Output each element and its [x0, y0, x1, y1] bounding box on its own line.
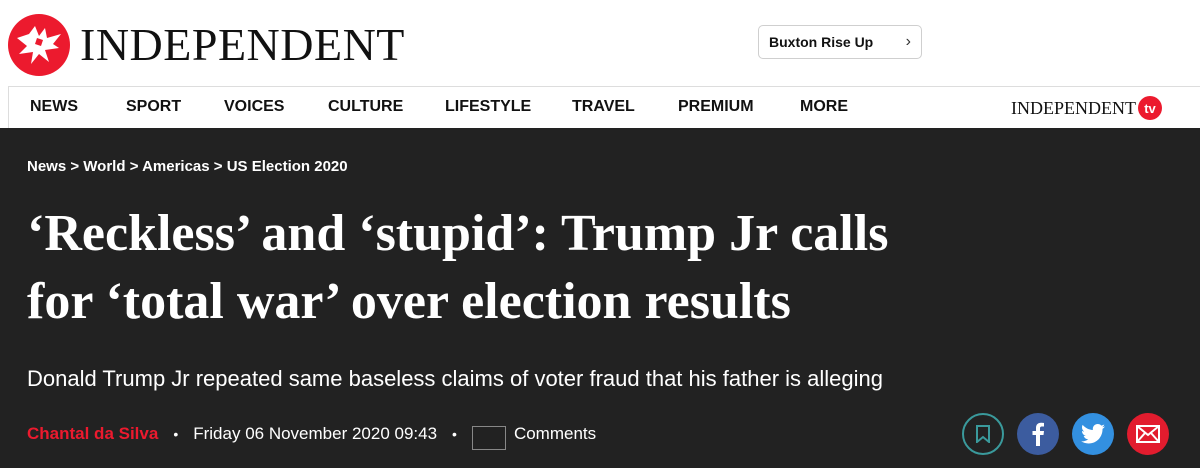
comment-icon[interactable] [471, 426, 506, 450]
byline-bullet: • [452, 426, 457, 442]
twitter-icon [1081, 424, 1105, 444]
eagle-logo-icon [8, 14, 70, 76]
facebook-icon [1032, 422, 1044, 446]
site-wordmark: INDEPENDENT [80, 19, 405, 70]
bookmark-icon [976, 425, 990, 443]
breadcrumb: News > World > Americas > US Election 20… [27, 158, 348, 175]
twitter-share-button[interactable] [1072, 413, 1114, 455]
author-link[interactable]: Chantal da Silva [27, 424, 158, 444]
chevron-right-icon: › [905, 33, 911, 50]
facebook-share-button[interactable] [1017, 413, 1059, 455]
breadcrumb-americas[interactable]: Americas [142, 158, 210, 175]
byline: Chantal da Silva • Friday 06 November 20… [27, 422, 596, 450]
nav-item-lifestyle[interactable]: LIFESTYLE [445, 98, 531, 116]
nav-item-voices[interactable]: VOICES [224, 98, 284, 116]
email-icon [1136, 425, 1160, 443]
nav-item-premium[interactable]: PREMIUM [678, 98, 754, 116]
breadcrumb-separator: > [213, 158, 227, 175]
nav-item-news[interactable]: NEWS [30, 98, 78, 116]
article-headline: ‘Reckless’ and ‘stupid’: Trump Jr calls … [27, 200, 1177, 336]
breadcrumb-us-election-2020[interactable]: US Election 2020 [227, 158, 348, 175]
site-logo[interactable]: INDEPENDENT [8, 14, 405, 76]
breadcrumb-separator: > [129, 158, 143, 175]
bookmark-button[interactable] [962, 413, 1004, 455]
tv-badge-icon: tv [1137, 96, 1162, 120]
independent-tv-link[interactable]: INDEPENDENT tv [1011, 96, 1162, 120]
tv-wordmark: INDEPENDENT [1011, 97, 1136, 118]
article-header: News > World > Americas > US Election 20… [0, 128, 1200, 468]
masthead: INDEPENDENT Buxton Rise Up › [0, 0, 1200, 86]
breadcrumb-separator: > [70, 158, 84, 175]
breadcrumb-news[interactable]: News [27, 158, 66, 175]
email-share-button[interactable] [1127, 413, 1169, 455]
nav-item-more[interactable]: MORE [800, 98, 848, 116]
headline-line-1: ‘Reckless’ and ‘stupid’: Trump Jr calls [27, 205, 889, 262]
headline-line-2: for ‘total war’ over election results [27, 273, 791, 330]
article-standfirst: Donald Trump Jr repeated same baseless c… [27, 366, 883, 391]
nav-item-travel[interactable]: TRAVEL [572, 98, 635, 116]
main-nav: NEWS SPORT VOICES CULTURE LIFESTYLE TRAV… [8, 86, 1200, 128]
nav-item-culture[interactable]: CULTURE [328, 98, 403, 116]
breadcrumb-world[interactable]: World [83, 158, 125, 175]
byline-bullet: • [173, 426, 179, 442]
publish-date: Friday 06 November 2020 09:43 [193, 424, 438, 443]
promo-label: Buxton Rise Up [769, 34, 874, 50]
nav-item-sport[interactable]: SPORT [126, 98, 181, 116]
comments-link[interactable]: Comments [514, 424, 596, 444]
promo-button[interactable]: Buxton Rise Up › [758, 25, 922, 59]
